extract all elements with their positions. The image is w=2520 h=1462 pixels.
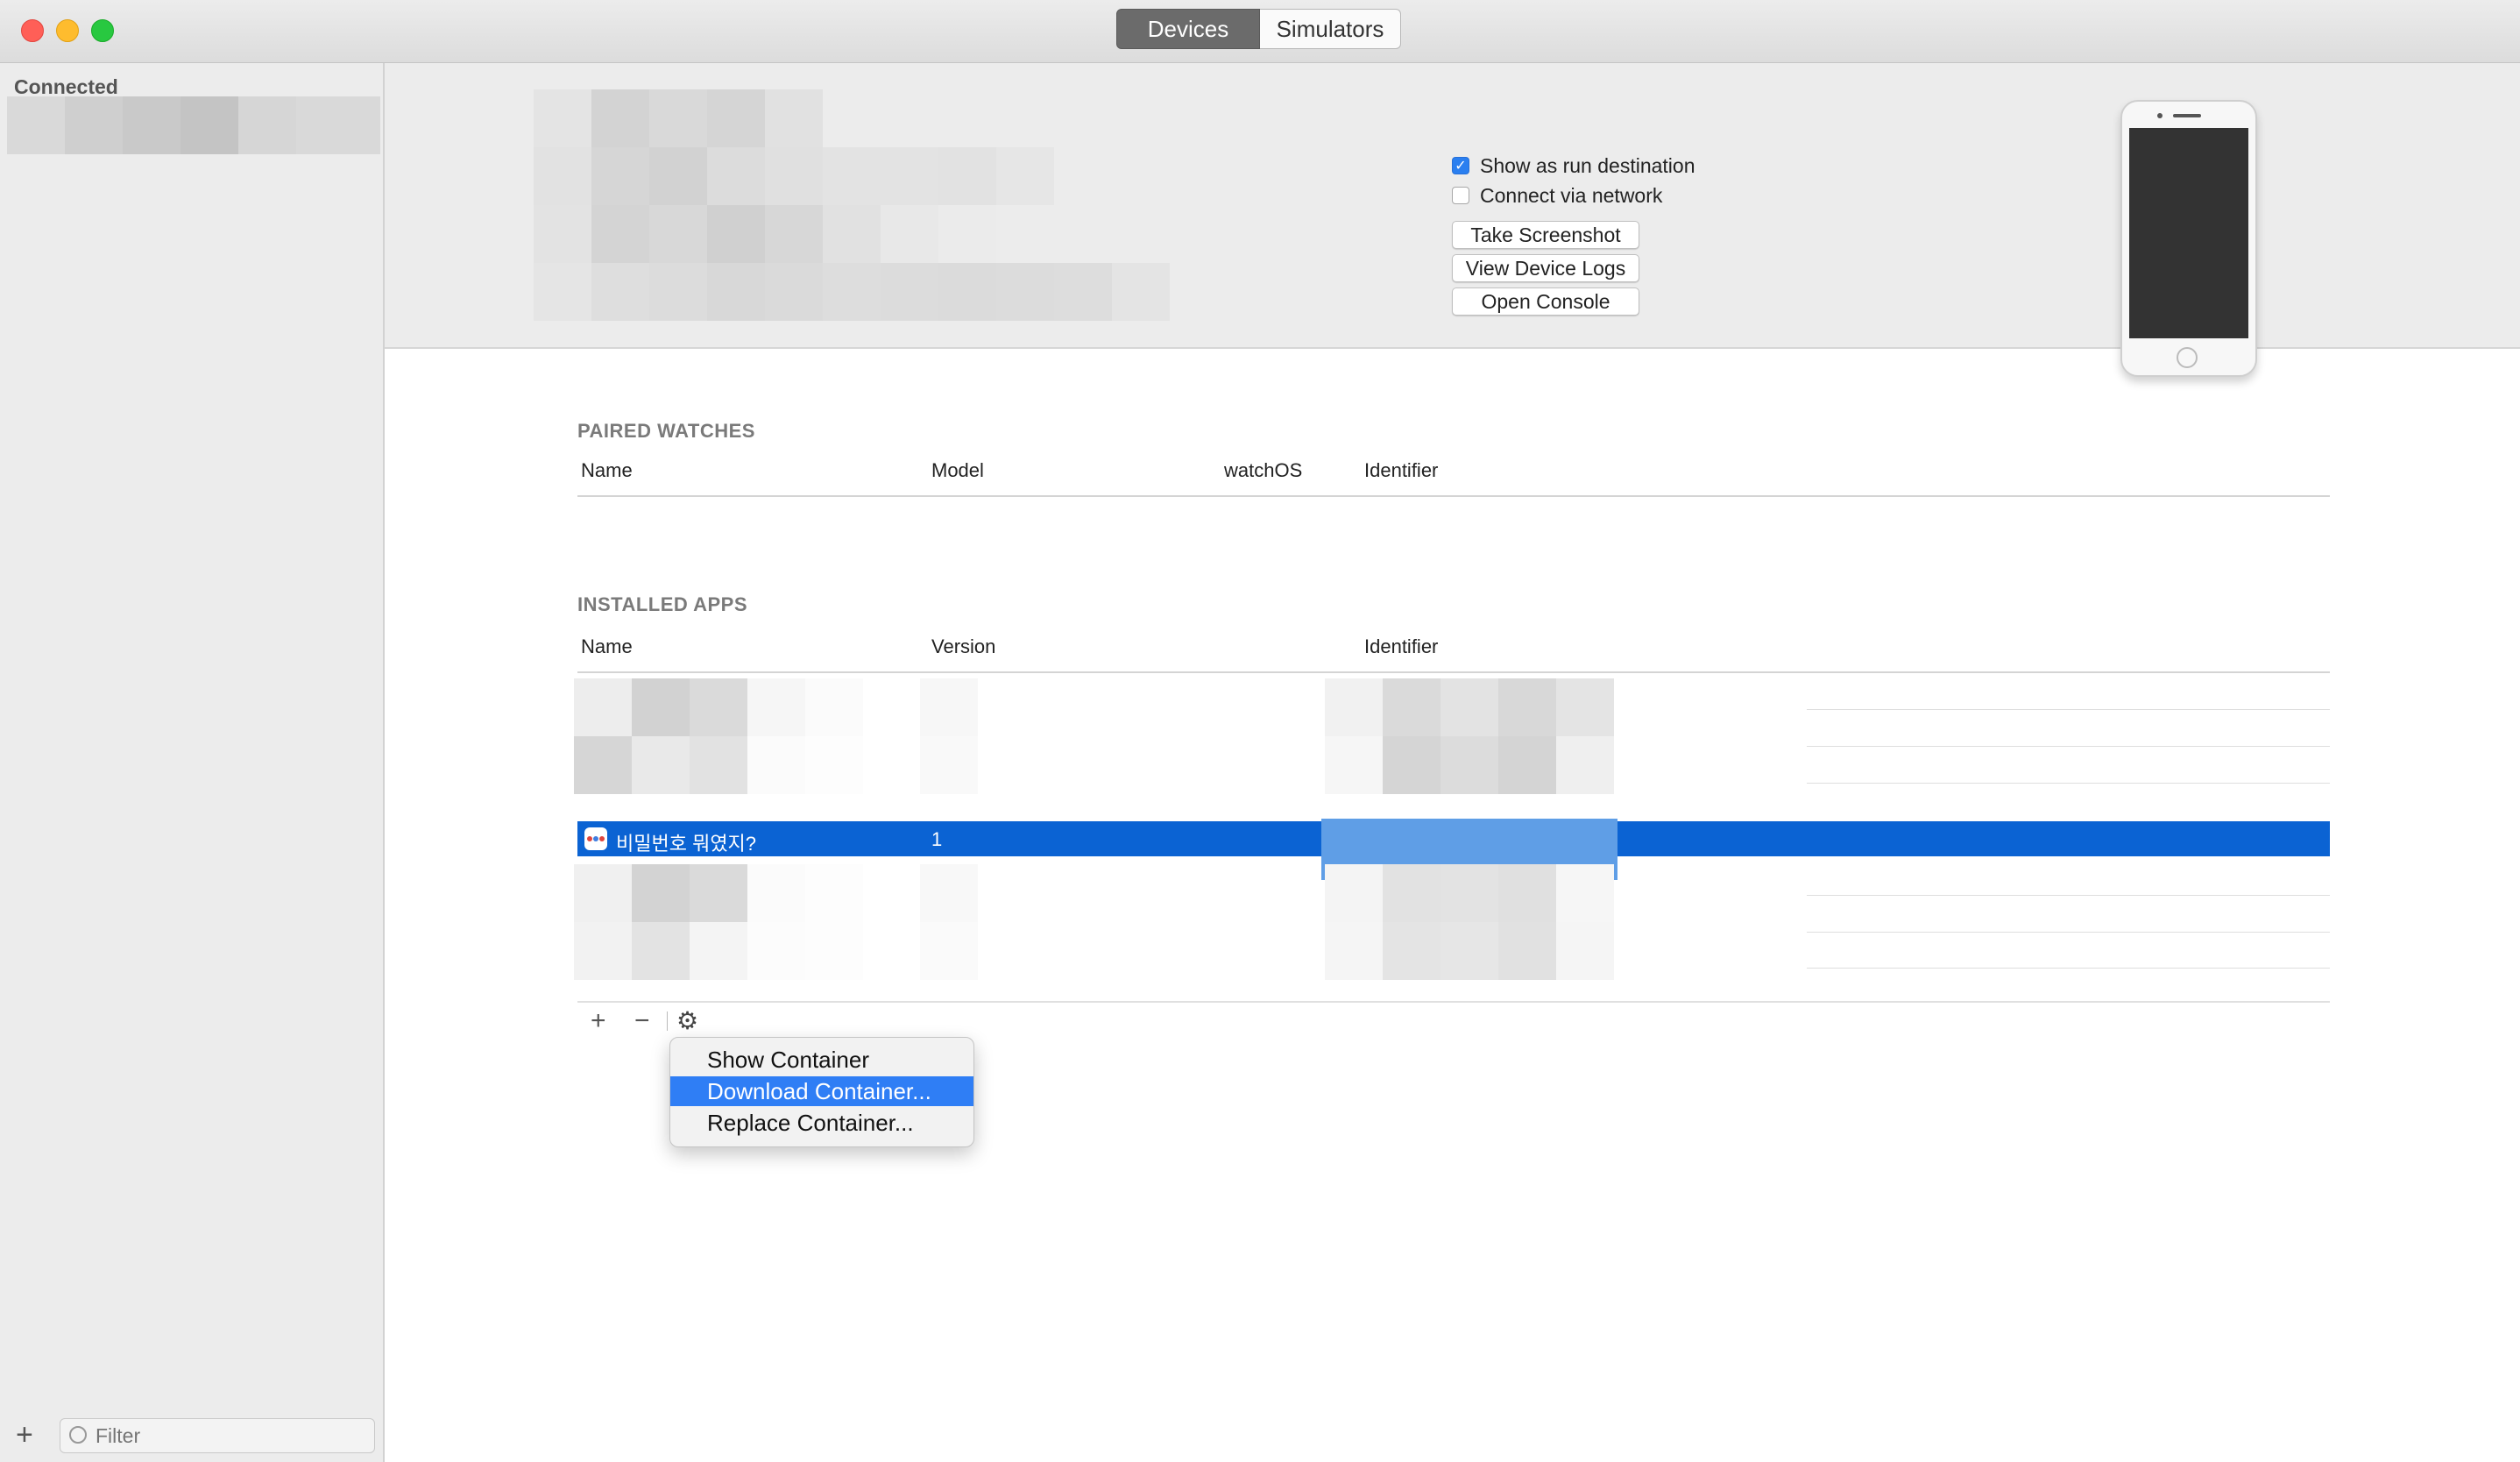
device-info-redacted [534,89,1228,321]
menu-item-replace-container[interactable]: Replace Container... [670,1108,973,1138]
watches-col-watchos[interactable]: watchOS [1224,459,1302,482]
device-header: ✓ Show as run destination Connect via ne… [385,63,2520,377]
menu-item-label: Replace Container... [707,1110,914,1136]
take-screenshot-button[interactable]: Take Screenshot [1452,221,1639,249]
connect-network-label: Connect via network [1480,183,1663,207]
phone-home-button [2177,347,2198,368]
close-window-button[interactable] [21,19,44,42]
toolbar-separator [667,1011,668,1031]
add-app-button[interactable]: + [591,1008,606,1034]
show-run-destination-row[interactable]: ✓ Show as run destination [1452,151,1750,181]
phone-screen [2129,128,2248,338]
filter-icon [69,1426,87,1444]
app-rows-redacted-names-bottom[interactable] [574,864,863,980]
sidebar-bottom-bar: + [0,1413,383,1462]
view-device-logs-button[interactable]: View Device Logs [1452,254,1639,282]
app-rows-redacted-identifiers-bottom [1325,864,1614,980]
remove-app-button[interactable]: − [634,1008,650,1034]
app-rows-redacted-identifiers-top [1325,678,1614,794]
filter-input[interactable] [94,1423,360,1449]
devices-simulators-segmented-control: Devices Simulators [1116,9,1401,49]
row-divider [1807,709,2330,710]
apps-col-name[interactable]: Name [581,635,633,658]
tab-devices[interactable]: Devices [1116,9,1260,49]
selected-app-name: 비밀번호 뭐였지? [616,833,757,855]
menu-item-label: Show Container [707,1047,869,1073]
menu-item-label: Download Container... [707,1078,931,1104]
app-rows-redacted-versions-top [920,678,978,794]
zoom-window-button[interactable] [91,19,114,42]
tab-simulators[interactable]: Simulators [1260,9,1401,49]
row-divider [1807,746,2330,747]
filter-field[interactable] [60,1418,375,1453]
minimize-window-button[interactable] [56,19,79,42]
apps-header-divider [577,671,2330,673]
show-run-destination-label: Show as run destination [1480,153,1695,177]
paired-watches-title: PAIRED WATCHES [577,420,755,442]
installed-apps-title: INSTALLED APPS [577,593,748,615]
add-device-button[interactable]: + [16,1420,33,1450]
watches-header-divider [577,495,2330,497]
watches-col-identifier[interactable]: Identifier [1364,459,1438,482]
row-divider [1807,968,2330,969]
connected-heading: Connected [14,75,118,98]
open-console-button[interactable]: Open Console [1452,287,1639,316]
apps-table-bottom-divider [577,1001,2330,1003]
sidebar-device-item-redacted[interactable] [7,96,380,154]
show-run-destination-checkbox[interactable]: ✓ [1452,157,1469,174]
apps-col-version[interactable]: Version [931,635,995,658]
container-context-menu: Show Container Download Container... Rep… [669,1037,974,1147]
row-divider [1807,932,2330,933]
phone-camera [2157,113,2163,118]
menu-item-show-container[interactable]: Show Container [670,1045,973,1075]
phone-speaker [2173,114,2201,117]
iphone-image [2120,100,2257,377]
watches-col-name[interactable]: Name [581,459,633,482]
device-sidebar: Connected + [0,63,385,1462]
row-divider [1807,895,2330,896]
selected-app-version: 1 [931,828,943,850]
app-icon [584,827,607,850]
connect-network-row[interactable]: Connect via network [1452,181,1750,210]
row-divider [1807,783,2330,784]
device-options: ✓ Show as run destination Connect via ne… [1452,151,1750,316]
app-rows-redacted-names-top[interactable] [574,678,863,794]
gear-icon[interactable]: ⚙ [676,1008,698,1034]
watches-col-model[interactable]: Model [931,459,984,482]
title-bar: Devices Simulators [0,0,2520,63]
connect-network-checkbox[interactable] [1452,187,1469,204]
app-rows-redacted-versions-bottom [920,864,978,980]
menu-item-download-container[interactable]: Download Container... [670,1076,973,1106]
apps-col-identifier[interactable]: Identifier [1364,635,1438,658]
